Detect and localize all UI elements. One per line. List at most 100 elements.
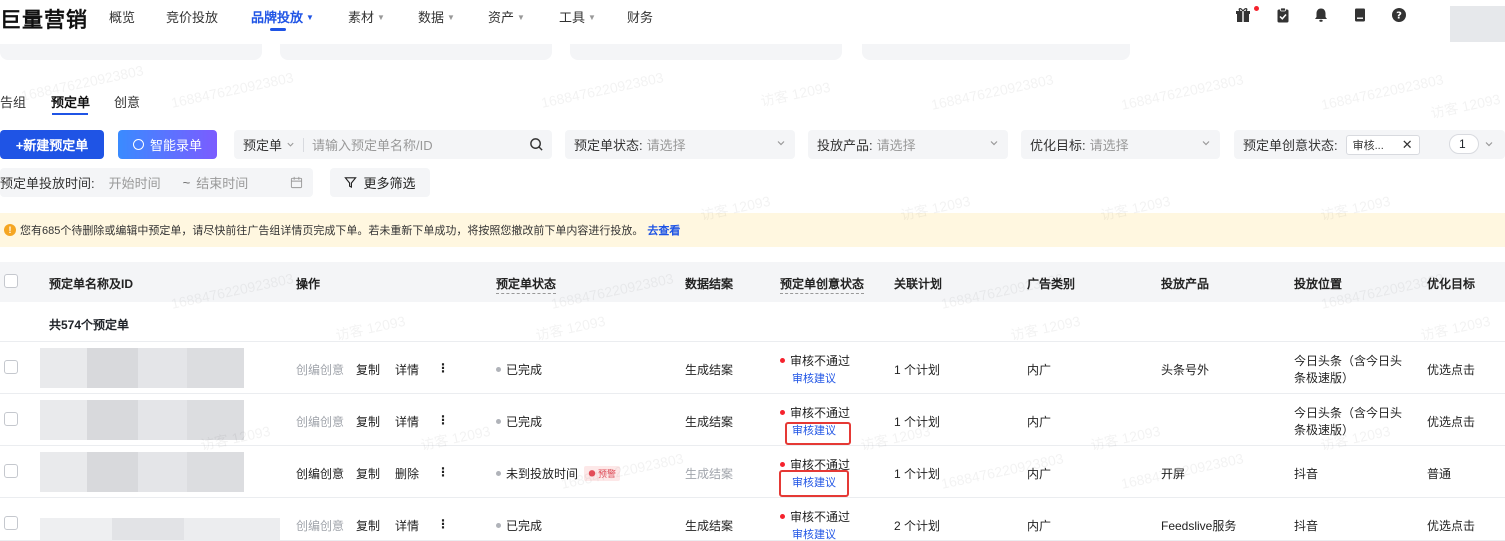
tab-reservation[interactable]: 预定单 (51, 92, 90, 111)
placement-cell: 抖音 (1294, 519, 1319, 533)
calendar-icon (290, 176, 303, 189)
chevron-down-icon: ▼ (306, 13, 314, 22)
end-time-input[interactable]: 结束时间 (196, 173, 248, 192)
col-creative-status[interactable]: 预定单创意状态 (780, 275, 865, 294)
gift-icon[interactable] (1235, 7, 1251, 23)
table-total-row: 共574个预定单 (0, 302, 1505, 342)
goal-cell: 普通 (1427, 467, 1452, 481)
more-actions-icon[interactable]: ⋮ (437, 517, 449, 531)
table-header: 预定单名称及ID 操作 预定单状态 数据结案 预定单创意状态 关联计划 广告类别… (0, 262, 1505, 302)
search-type-select[interactable]: 预定单 (243, 135, 282, 154)
product-cell: 头条号外 (1161, 363, 1210, 377)
col-product: 投放产品 (1161, 277, 1210, 291)
chevron-down-icon[interactable] (1484, 139, 1494, 149)
selected-count-badge[interactable]: 1 (1449, 134, 1479, 154)
nav-item-brand[interactable]: 品牌投放 ▼ (251, 7, 314, 26)
highlight-box (779, 470, 849, 497)
nav-item-finance[interactable]: 财务 (627, 7, 653, 26)
notification-dot (1254, 6, 1259, 11)
reservation-search[interactable]: 预定单 请输入预定单名称/ID (234, 130, 552, 159)
nav-item-assets[interactable]: 资产 ▼ (488, 7, 525, 26)
product-select[interactable]: 投放产品: 请选择 (808, 130, 1008, 159)
more-actions-icon[interactable]: ⋮ (437, 465, 449, 479)
plans-link[interactable]: 1 个计划 (894, 413, 940, 430)
copy-link[interactable]: 复制 (356, 361, 380, 378)
edit-creative-link[interactable]: 创编创意 (296, 361, 344, 378)
table-row: 创编创意 复制 详情 ⋮ 已完成 生成结案 审核不通过 审核建议 1 个计划 内… (0, 394, 1505, 446)
pending-notice-banner: ! 您有685个待删除或编辑中预定单，请尽快前往广告组详情页完成下单。若未重新下… (0, 213, 1505, 247)
name-redacted (40, 452, 244, 492)
plans-link[interactable]: 1 个计划 (894, 361, 940, 378)
warning-icon: ! (4, 224, 16, 236)
plans-link[interactable]: 1 个计划 (894, 465, 940, 482)
row-checkbox[interactable] (4, 464, 18, 478)
tab-ad-group[interactable]: 告组 (0, 92, 26, 111)
time-range-picker[interactable]: 预定单投放时间: 开始时间 ~ 结束时间 (0, 168, 313, 197)
chevron-down-icon: ▼ (588, 13, 596, 22)
selected-tag[interactable]: 审核... ✕ (1345, 134, 1420, 155)
document-icon[interactable] (1352, 7, 1368, 23)
review-suggestion-link[interactable]: 审核建议 (792, 526, 836, 541)
select-all-checkbox[interactable] (4, 274, 18, 288)
settlement-link[interactable]: 生成结案 (685, 361, 733, 378)
help-icon[interactable]: ? (1391, 7, 1407, 23)
status-select[interactable]: 预定单状态: 请选择 (565, 130, 795, 159)
new-reservation-button[interactable]: +新建预定单 (0, 130, 104, 159)
smart-entry-button[interactable]: 智能录单 (118, 130, 217, 159)
detail-link[interactable]: 详情 (395, 413, 419, 430)
nav-item-bidding[interactable]: 竞价投放 (166, 7, 218, 26)
name-redacted (40, 400, 244, 440)
close-icon[interactable]: ✕ (1402, 137, 1413, 153)
placement-cell: 条极速版） (1294, 423, 1355, 437)
more-actions-icon[interactable]: ⋮ (437, 413, 449, 427)
copy-link[interactable]: 复制 (356, 413, 380, 430)
nav-item-material[interactable]: 素材 ▼ (348, 7, 385, 26)
copy-link[interactable]: 复制 (356, 465, 380, 482)
row-checkbox[interactable] (4, 516, 18, 530)
col-status[interactable]: 预定单状态 (496, 275, 557, 294)
edit-creative-link[interactable]: 创编创意 (296, 517, 344, 534)
edit-creative-link[interactable]: 创编创意 (296, 465, 344, 482)
watermark-text: 1688476220923803 (1319, 71, 1445, 113)
chevron-down-icon (990, 141, 998, 146)
delete-link[interactable]: 删除 (395, 465, 419, 482)
nav-item-data[interactable]: 数据 ▼ (418, 7, 455, 26)
start-time-input[interactable]: 开始时间 (109, 173, 161, 192)
nav-active-indicator (270, 28, 286, 31)
plans-link[interactable]: 2 个计划 (894, 517, 940, 534)
settlement-link[interactable]: 生成结案 (685, 517, 733, 534)
row-checkbox[interactable] (4, 360, 18, 374)
tab-active-indicator (52, 113, 88, 115)
nav-item-tools[interactable]: 工具 ▼ (559, 7, 596, 26)
chevron-down-icon (1202, 141, 1210, 146)
settlement-link: 生成结案 (685, 467, 734, 481)
settlement-link[interactable]: 生成结案 (685, 413, 733, 430)
brand-logo[interactable]: 巨量营销 (0, 4, 88, 34)
alarm-icon (588, 470, 596, 477)
ad-type-cell: 内广 (1027, 519, 1052, 533)
summary-card (570, 44, 842, 60)
clipboard-icon[interactable] (1275, 7, 1291, 23)
table-row: 创编创意 复制 删除 ⋮ 未到投放时间 预警 生成结案 审核不通过 审核建议 1 … (0, 446, 1505, 498)
copy-link[interactable]: 复制 (356, 517, 380, 534)
detail-link[interactable]: 详情 (395, 517, 419, 534)
more-actions-icon[interactable]: ⋮ (437, 361, 449, 375)
search-input[interactable]: 请输入预定单名称/ID (312, 135, 433, 154)
placement-cell: 今日头条（含今日头 (1294, 354, 1403, 368)
row-checkbox[interactable] (4, 412, 18, 426)
ai-spark-icon (132, 139, 144, 150)
summary-card (862, 44, 1130, 60)
review-suggestion-link[interactable]: 审核建议 (792, 370, 836, 386)
product-cell: 开屏 (1161, 467, 1186, 481)
avatar[interactable] (1450, 6, 1505, 42)
bell-icon[interactable] (1313, 7, 1329, 23)
creative-status-cell: 审核不通过 (780, 404, 850, 421)
tab-creative[interactable]: 创意 (114, 92, 140, 111)
view-link[interactable]: 去查看 (647, 222, 680, 238)
nav-item-overview[interactable]: 概览 (109, 7, 135, 26)
more-filters-button[interactable]: 更多筛选 (330, 168, 430, 197)
detail-link[interactable]: 详情 (395, 361, 419, 378)
search-icon[interactable] (529, 137, 544, 152)
edit-creative-link[interactable]: 创编创意 (296, 413, 344, 430)
goal-select[interactable]: 优化目标: 请选择 (1021, 130, 1220, 159)
